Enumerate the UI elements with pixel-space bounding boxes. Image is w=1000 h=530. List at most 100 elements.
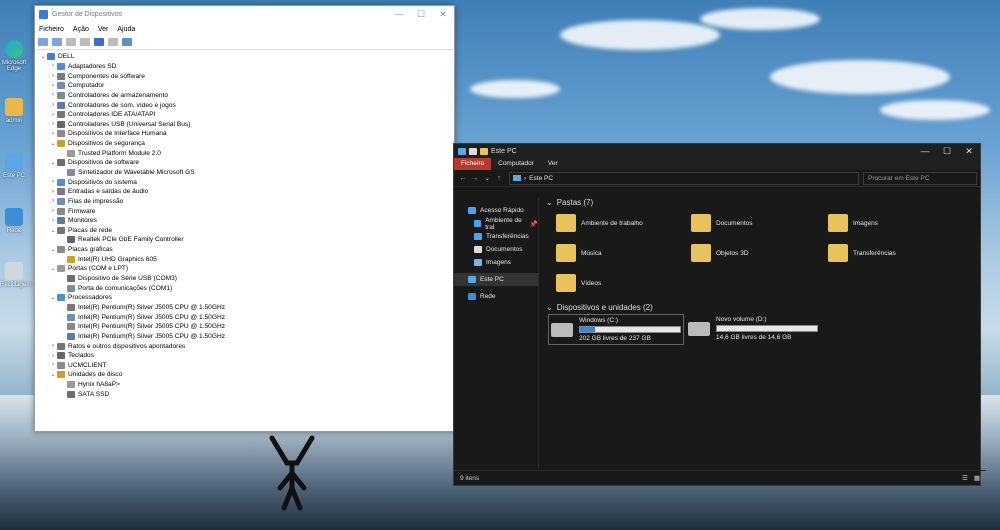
tree-view-icon[interactable]	[66, 38, 76, 46]
tree-row[interactable]: › Ratos e outros dispositivos apontadores	[35, 341, 454, 351]
action-icon[interactable]	[108, 38, 118, 46]
chevron-right-icon[interactable]: ›	[49, 353, 57, 359]
chevron-right-icon[interactable]: ›	[49, 189, 57, 195]
tree-row[interactable]: › Computador	[35, 81, 454, 91]
tree-row[interactable]: › Adaptadores SD	[35, 62, 454, 72]
tree-row[interactable]: ⌄ Processadores	[35, 293, 454, 303]
chevron-right-icon[interactable]: ›	[49, 131, 57, 137]
tab-ver[interactable]: Ver	[541, 158, 565, 170]
details-view-icon[interactable]: ☰	[962, 474, 968, 482]
up-icon[interactable]: ↑	[493, 175, 505, 182]
maximize-button[interactable]: ☐	[936, 146, 958, 157]
chevron-right-icon[interactable]: ›	[49, 112, 57, 118]
chevron-right-icon[interactable]: ›	[49, 63, 57, 69]
large-icons-view-icon[interactable]: ▦	[974, 474, 980, 482]
menu-ver[interactable]: Ver	[98, 26, 109, 33]
tree-row[interactable]: Realtek PCIe GbE Family Controller	[35, 235, 454, 245]
nav-ambiente[interactable]: Ambiente de tral 📌	[454, 217, 538, 231]
chevron-down-icon[interactable]: ⌄	[49, 294, 57, 301]
drive-d[interactable]: Novo volume (D:) 14,6 GB livres de 14,6 …	[686, 314, 820, 343]
este-pc-desktop-icon[interactable]: Este PC	[0, 153, 28, 179]
menu-ajuda[interactable]: Ajuda	[117, 26, 135, 33]
menu-acao[interactable]: Ação	[73, 26, 89, 33]
back-icon[interactable]	[38, 38, 48, 46]
tree-row[interactable]: › Controladores de armazenamento	[35, 91, 454, 101]
chevron-right-icon[interactable]: ›	[49, 83, 57, 89]
chevron-down-icon[interactable]: ⌄	[39, 53, 47, 60]
tree-row[interactable]: › Filas de impressão	[35, 197, 454, 207]
tree-row[interactable]: Porta de comunicações (COM1)	[35, 283, 454, 293]
tree-row[interactable]: › UCMCLIENT	[35, 361, 454, 371]
folder-ambiente-trabalho[interactable]: Ambiente de trabalho	[556, 214, 643, 232]
nav-imagens[interactable]: Imagens	[454, 256, 538, 269]
nav-rede[interactable]: Rede	[454, 290, 538, 303]
search-input[interactable]: Procurar em Este PC	[863, 171, 977, 185]
tree-row[interactable]: Trusted Platform Module 2.0	[35, 148, 454, 158]
tree-row[interactable]: › Controladores USB (Universal Serial Bus…	[35, 119, 454, 129]
recent-chevron-icon[interactable]: ⌄	[481, 174, 493, 182]
minimize-button[interactable]: —	[914, 146, 936, 157]
tree-row[interactable]: ⌄ Placas de rede	[35, 226, 454, 236]
folder-transferencias[interactable]: Transferências	[828, 244, 896, 262]
chevron-right-icon[interactable]: ›	[49, 198, 57, 204]
chevron-right-icon[interactable]: ›	[49, 208, 57, 214]
edge-desktop-icon[interactable]: Microsoft Edge	[0, 40, 28, 72]
title-bar[interactable]: Este PC — ☐ ✕	[454, 144, 980, 158]
maximize-button[interactable]: ☐	[410, 9, 432, 20]
chevron-right-icon[interactable]: ›	[49, 362, 57, 368]
tree-row[interactable]: › Firmware	[35, 206, 454, 216]
address-bar[interactable]: › Este PC	[509, 171, 859, 185]
admin-desktop-icon[interactable]: admin	[0, 98, 28, 124]
forward-icon[interactable]: →	[469, 175, 481, 182]
properties-icon[interactable]	[80, 38, 90, 46]
chevron-right-icon[interactable]: ›	[49, 218, 57, 224]
tab-ficheiro[interactable]: Ficheiro	[454, 158, 492, 170]
tab-computador[interactable]: Computador	[491, 158, 541, 170]
close-button[interactable]: ✕	[958, 146, 980, 157]
tree-row[interactable]: Sintetizador de Wavetable Microsoft GS	[35, 168, 454, 178]
minimize-button[interactable]: —	[388, 9, 410, 20]
chevron-down-icon[interactable]: ⌄	[49, 371, 57, 378]
tree-row[interactable]: ⌄ Portas (COM e LPT)	[35, 264, 454, 274]
chevron-down-icon[interactable]: ⌄	[49, 246, 57, 253]
drive-c[interactable]: Windows (C:) 202 GB livres de 237 GB	[548, 314, 684, 345]
tree-row[interactable]: › Componentes de software	[35, 71, 454, 81]
nav-transferencias[interactable]: Transferências	[454, 230, 538, 243]
nav-documentos[interactable]: Documentos	[454, 243, 538, 256]
tree-row[interactable]: › Teclados	[35, 351, 454, 361]
forward-icon[interactable]	[52, 38, 62, 46]
tree-row[interactable]: ⌄ Dispositivos de segurança	[35, 139, 454, 149]
drives-section-header[interactable]: ⌄ Dispositivos e unidades (2)	[546, 301, 653, 313]
tree-row[interactable]: › Monitores	[35, 216, 454, 226]
chevron-right-icon[interactable]: ›	[49, 102, 57, 108]
chevron-right-icon[interactable]: ›	[49, 179, 57, 185]
title-bar[interactable]: Gestor de Dispositivos — ☐ ✕	[35, 6, 454, 23]
folder-imagens[interactable]: Imagens	[828, 214, 878, 232]
back-icon[interactable]: ←	[457, 175, 469, 182]
folder-icon[interactable]	[480, 147, 488, 155]
tree-row[interactable]: ⌄ Dispositivos de software	[35, 158, 454, 168]
tree-row[interactable]: Intel(R) Pentium(R) Silver J5005 CPU @ 1…	[35, 322, 454, 332]
menu-ficheiro[interactable]: Ficheiro	[39, 26, 64, 33]
folder-musica[interactable]: Música	[556, 244, 602, 262]
tree-row[interactable]: ⌄ Placas gráficas	[35, 245, 454, 255]
chevron-down-icon[interactable]: ⌄	[49, 159, 57, 166]
folder-objetos-3d[interactable]: Objetos 3D	[691, 244, 749, 262]
tree-row[interactable]: › Dispositivos do sistema	[35, 177, 454, 187]
tree-row[interactable]: › Dispositivos de Interface Humana	[35, 129, 454, 139]
chevron-down-icon[interactable]: ⌄	[49, 140, 57, 147]
tree-row[interactable]: › Controladores de som, vídeo e jogos	[35, 100, 454, 110]
chevron-right-icon[interactable]: ›	[49, 92, 57, 98]
close-button[interactable]: ✕	[432, 9, 454, 20]
tree-row[interactable]: Intel(R) Pentium(R) Silver J5005 CPU @ 1…	[35, 312, 454, 322]
chevron-right-icon[interactable]: ›	[49, 121, 57, 127]
tree-row[interactable]: ⌄ Unidades de disco	[35, 370, 454, 380]
tree-row[interactable]: Intel(R) Pentium(R) Silver J5005 CPU @ 1…	[35, 303, 454, 313]
tree-row[interactable]: › Entradas e saídas de áudio	[35, 187, 454, 197]
rede-desktop-icon[interactable]: Rede	[0, 208, 28, 234]
folders-section-header[interactable]: ⌄ Pastas (7)	[546, 196, 980, 208]
chevron-right-icon[interactable]: ›	[49, 343, 57, 349]
quick-access-icon[interactable]	[469, 147, 477, 155]
tree-row[interactable]: Intel(R) UHD Graphics 605	[35, 254, 454, 264]
nav-acesso-rapido[interactable]: Acesso Rápido	[454, 204, 538, 217]
